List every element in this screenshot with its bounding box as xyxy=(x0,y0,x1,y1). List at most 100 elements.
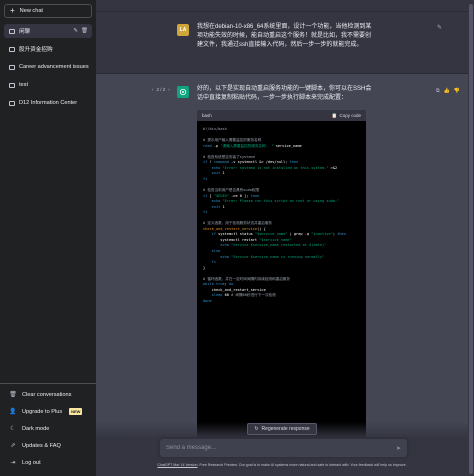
code-token: read xyxy=(203,143,212,148)
external-link-icon: ⇗ xyxy=(10,443,16,449)
chat-item-label: test xyxy=(19,82,29,88)
new-chat-label: New chat xyxy=(19,8,43,14)
edit-icon[interactable]: ✎ xyxy=(437,24,442,31)
code-token: "$service_name" xyxy=(254,232,288,237)
code-token: command xyxy=(213,160,229,165)
message-input[interactable] xyxy=(166,445,396,451)
code-line: echo "Error: Please run this script as r… xyxy=(203,199,360,205)
thumbs-up-icon[interactable]: 👍 xyxy=(444,88,450,94)
code-content: #!/bin/bash # 提示用户输入需要监控的服务名称 read -p "请输入… xyxy=(197,121,366,311)
code-token: fi xyxy=(203,210,208,215)
chat-bubble-icon xyxy=(9,46,15,52)
chat-item-label: Career advancement issues xyxy=(19,64,89,70)
chat-item-2[interactable]: Career advancement issues xyxy=(4,60,92,74)
code-token: "Service $service_name is running normal… xyxy=(231,254,325,259)
copy-code-label: Copy code xyxy=(339,113,361,118)
code-token: } xyxy=(203,265,206,270)
new-badge: NEW xyxy=(69,408,83,415)
regenerate-response-button[interactable]: ↻ Regenerate response xyxy=(247,423,317,435)
code-token: "$service_name" xyxy=(259,237,292,242)
assistant-message-text: 好的，以下是实现自动重启服务功能的一键脚本，你可以在SSH会话中直接复制粘贴代码… xyxy=(197,86,372,101)
clear-conversations-button[interactable]: 🗑 Clear conversations xyxy=(4,387,92,402)
feedback-buttons: ⧉ 👍 👎 xyxy=(436,88,460,94)
clipboard-icon: 📋 xyxy=(331,112,338,118)
code-token: while xyxy=(203,282,214,287)
code-token: # 提示用户输入需要监控的服务名称 xyxy=(203,138,262,143)
code-token: 1 xyxy=(220,171,225,176)
logout-label: Log out xyxy=(22,459,41,466)
copy-code-button[interactable]: 📋 Copy code xyxy=(332,113,361,119)
composer-area: ↻ Regenerate response ➤ ChatGPT Mar 14 V… xyxy=(96,422,468,476)
dark-mode-button[interactable]: ☾ Dark mode xyxy=(4,421,92,436)
code-token: () { xyxy=(257,226,266,231)
chat-item-4[interactable]: D12 Information Center xyxy=(4,96,92,110)
code-token: echo xyxy=(211,165,221,170)
code-token: # 循环函数，并在一定时间间隔内持续检测和重启服务 xyxy=(203,276,290,281)
code-token: fi xyxy=(203,176,208,181)
scrollbar[interactable] xyxy=(468,0,474,476)
code-token: true xyxy=(216,282,225,287)
code-token: fi xyxy=(211,260,216,265)
code-token: "inactive" xyxy=(311,232,333,237)
dark-mode-label: Dark mode xyxy=(22,425,50,432)
code-line: echo "Error: systemd is not installed on… xyxy=(203,166,360,172)
code-token: | grep -q xyxy=(287,232,312,237)
code-token: then xyxy=(337,232,346,237)
updates-faq-label: Updates & FAQ xyxy=(22,442,61,449)
message-input-box: ➤ xyxy=(160,439,407,457)
code-token: "Error: systemd is not installed on this… xyxy=(222,165,329,170)
pager-label: 2 / 2 xyxy=(156,87,166,92)
trash-icon[interactable]: 🗑 xyxy=(81,28,88,34)
new-chat-button[interactable]: + New chat xyxy=(4,4,92,18)
chat-item-label: 闲聊 xyxy=(19,29,31,35)
chat-bubble-icon xyxy=(9,28,15,34)
edit-icon[interactable]: ✎ xyxy=(73,28,78,34)
code-language: bash xyxy=(202,113,212,118)
conversation-pane: LA 我想在debian-10-x86_64系统里面，设计一个功能，当他检测到某… xyxy=(96,0,468,476)
response-pager: ‹ 2 / 2 › xyxy=(152,87,170,92)
thumbs-down-icon[interactable]: 👎 xyxy=(454,88,460,94)
code-token: exit xyxy=(211,204,221,209)
chat-bubble-icon xyxy=(9,82,15,88)
chat-bubble-icon xyxy=(9,64,15,70)
footer-text: . Free Research Preview. Our goal is to … xyxy=(197,463,407,467)
upgrade-button[interactable]: 👤 Upgrade to Plus NEW xyxy=(4,404,92,419)
chat-item-label: 股升资金招购 xyxy=(19,47,53,53)
refresh-icon: ↻ xyxy=(254,426,259,432)
chevron-right-icon[interactable]: › xyxy=(168,87,170,92)
code-token: # 检查当前用户是否具有sudo权限 xyxy=(203,188,260,193)
code-token: exit xyxy=(211,171,221,176)
chat-item-3[interactable]: test xyxy=(4,78,92,92)
logout-button[interactable]: ⇥ Log out xyxy=(4,455,92,470)
code-block: bash 📋 Copy code #!/bin/bash # 提示用户输入需要监控… xyxy=(197,110,366,440)
chat-item-0[interactable]: 闲聊 ✎ 🗑 xyxy=(4,24,92,38)
send-icon[interactable]: ➤ xyxy=(396,445,401,452)
version-link[interactable]: ChatGPT Mar 14 Version xyxy=(157,463,197,467)
scrollbar-thumb[interactable] xyxy=(469,4,473,474)
updates-faq-link[interactable]: ⇗ Updates & FAQ xyxy=(4,438,92,453)
code-token: echo xyxy=(211,199,221,204)
code-token: # 定义函数，用于检测服务状态并重启服务 xyxy=(203,221,273,226)
code-token: echo xyxy=(220,243,229,248)
code-token: "请输入需要监控的服务名称： " xyxy=(220,143,274,148)
chevron-left-icon[interactable]: ‹ xyxy=(152,87,154,92)
code-token: -p xyxy=(211,143,221,148)
copy-icon[interactable]: ⧉ xyxy=(436,88,440,94)
user-message: LA 我想在debian-10-x86_64系统里面，设计一个功能，当他检测到某… xyxy=(96,12,468,74)
chat-history-list: 闲聊 ✎ 🗑 股升资金招购 Career advancement issues … xyxy=(0,22,96,383)
user-avatar: LA xyxy=(177,24,189,36)
user-message-text: 我想在debian-10-x86_64系统里面，设计一个功能，当他检测到某项功能… xyxy=(197,24,372,48)
sidebar: + New chat 闲聊 ✎ 🗑 股升资金招购 Career advancem… xyxy=(0,0,96,476)
sidebar-footer: 🗑 Clear conversations 👤 Upgrade to Plus … xyxy=(0,383,96,476)
code-token: -v systemctl &> /dev/null; xyxy=(228,160,290,165)
chat-item-1[interactable]: 股升资金招购 xyxy=(4,42,92,56)
code-token: sleep xyxy=(211,293,223,298)
code-token: # 间隔60秒进行下一次检测 xyxy=(231,293,276,298)
